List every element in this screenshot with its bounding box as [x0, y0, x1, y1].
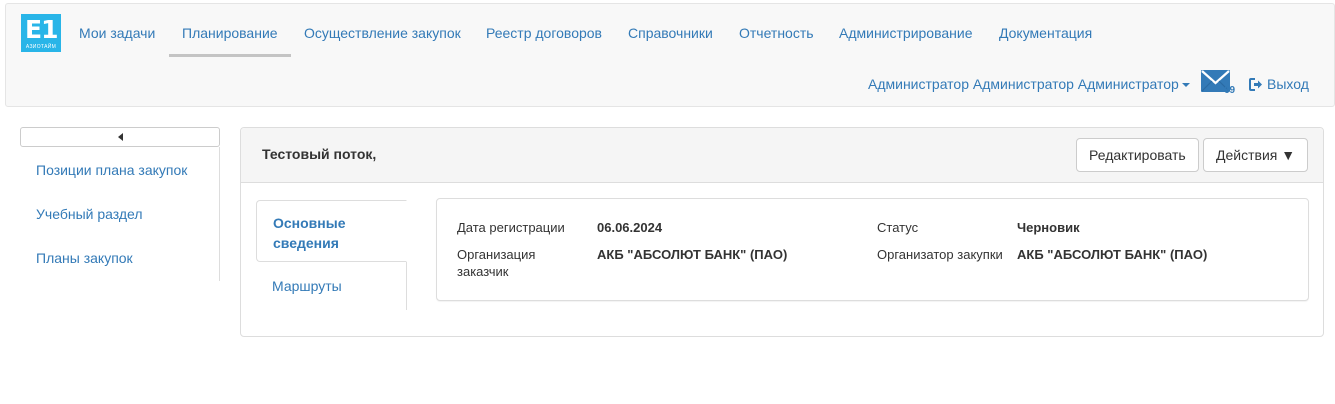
logo-caption: АЗИОТАЙМ	[25, 44, 57, 50]
organizer-label: Организатор закупки	[877, 247, 1003, 262]
organizer-value: АКБ "АБСОЛЮТ БАНК" (ПАО)	[1017, 247, 1208, 262]
nav-reports[interactable]: Отчетность	[739, 23, 814, 43]
sidebar: Позиции плана закупок Учебный раздел Пла…	[20, 147, 220, 281]
nav-documentation[interactable]: Документация	[999, 23, 1092, 43]
status-value: Черновик	[1017, 220, 1080, 235]
nav-administration[interactable]: Администрирование	[839, 23, 973, 43]
user-menu[interactable]: Администратор Администратор Администрато…	[868, 74, 1190, 94]
logo-mark: E1	[25, 15, 58, 44]
caret-down-icon	[1181, 83, 1190, 88]
details-card: Дата регистрации 06.06.2024 Организация …	[436, 198, 1309, 301]
logout-icon	[1249, 78, 1262, 91]
active-nav-indicator	[169, 54, 291, 57]
logout-label: Выход	[1267, 76, 1309, 92]
top-navbar: E1 АЗИОТАЙМ Мои задачи Планирование Осущ…	[5, 3, 1335, 107]
reg-date-label: Дата регистрации	[457, 220, 565, 235]
nav-planning[interactable]: Планирование	[182, 23, 278, 43]
sidebar-item-procurement-plans[interactable]: Планы закупок	[36, 248, 133, 268]
reg-date-value: 06.06.2024	[597, 220, 663, 235]
sidebar-collapse-button[interactable]	[20, 127, 220, 147]
record-tabs: Основные сведения Маршруты	[256, 200, 407, 310]
customer-org-value: АКБ "АБСОЛЮТ БАНК" (ПАО)	[597, 247, 788, 262]
sidebar-item-training-section[interactable]: Учебный раздел	[36, 204, 143, 224]
record-panel: Тестовый поток, Редактировать Действия ▼…	[240, 127, 1324, 337]
logout-button[interactable]: Выход	[1249, 74, 1309, 94]
status-label: Статус	[877, 220, 919, 235]
page-title: Тестовый поток,	[262, 146, 377, 162]
collapse-left-icon	[118, 133, 123, 141]
nav-directories[interactable]: Справочники	[628, 23, 713, 43]
nav-procurement[interactable]: Осуществление закупок	[304, 23, 461, 43]
nav-contracts-registry[interactable]: Реестр договоров	[486, 23, 602, 43]
user-name: Администратор Администратор Администрато…	[868, 76, 1179, 92]
tab-routes[interactable]: Маршруты	[272, 276, 342, 296]
edit-button[interactable]: Редактировать	[1076, 138, 1199, 172]
sidebar-item-plan-positions[interactable]: Позиции плана закупок	[36, 160, 187, 180]
panel-header: Тестовый поток, Редактировать Действия ▼	[241, 128, 1323, 183]
nav-my-tasks[interactable]: Мои задачи	[79, 23, 155, 43]
actions-dropdown-button[interactable]: Действия ▼	[1203, 138, 1309, 172]
tab-main-info[interactable]: Основные сведения	[256, 200, 407, 262]
mail-count-badge: 69	[1224, 85, 1236, 96]
tab-main-info-label: Основные сведения	[273, 215, 346, 251]
customer-org-label: Организация заказчик	[457, 247, 536, 279]
app-logo[interactable]: E1 АЗИОТАЙМ	[21, 14, 61, 52]
